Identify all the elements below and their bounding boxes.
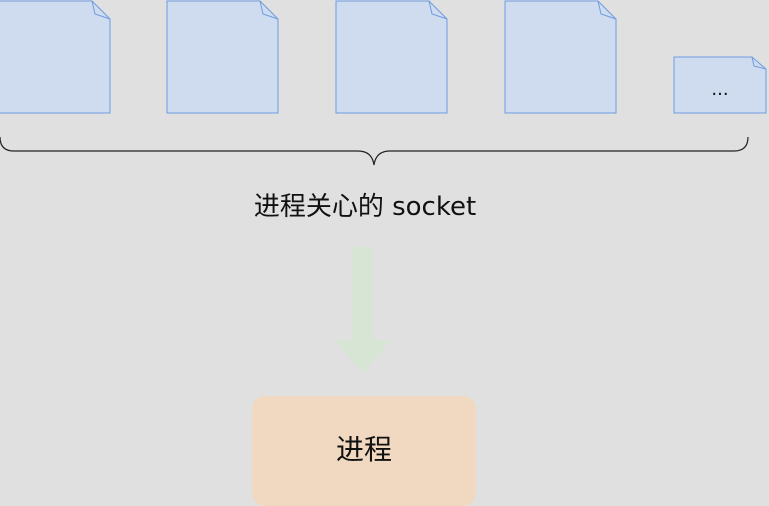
socket-file-icon — [0, 0, 111, 114]
more-sockets-label: ... — [711, 79, 728, 100]
socket-diagram: ... 进程关心的 socket 进程 — [0, 0, 767, 506]
process-box: 进程 — [252, 396, 476, 506]
more-sockets-file-icon: ... — [673, 56, 767, 114]
socket-file-icon — [504, 0, 617, 114]
socket-file-icon — [166, 0, 279, 114]
grouping-brace — [0, 136, 749, 166]
brace-label: 进程关心的 socket — [254, 192, 476, 222]
process-label: 进程 — [336, 433, 392, 466]
socket-file-icon — [335, 0, 448, 114]
down-arrow — [335, 247, 391, 374]
